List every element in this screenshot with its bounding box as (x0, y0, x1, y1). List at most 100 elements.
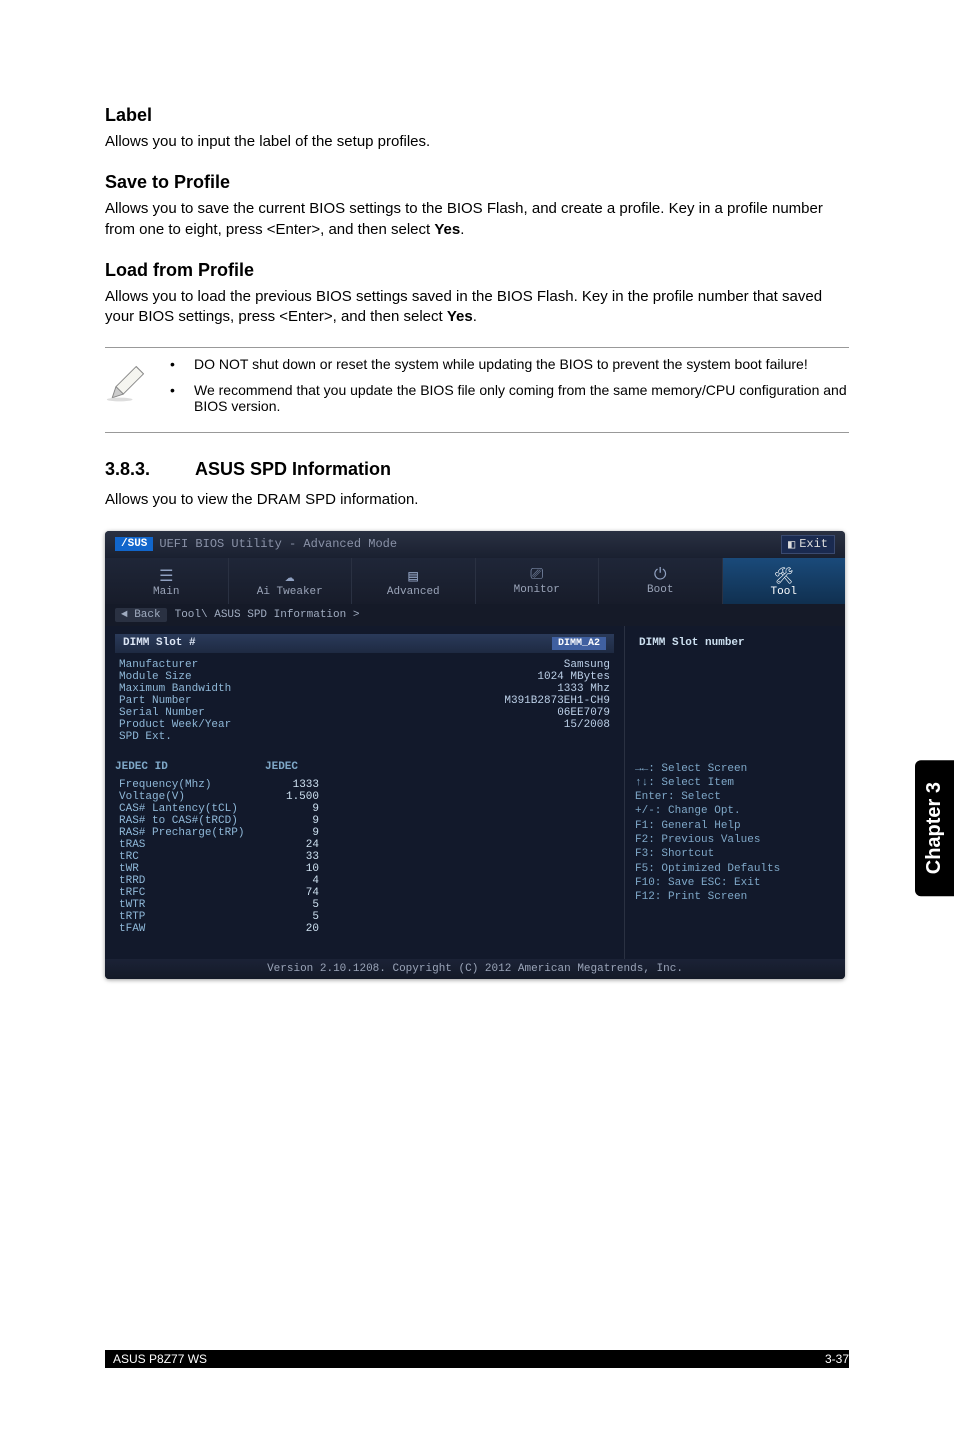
jedec-val: 74 (269, 887, 319, 899)
jedec-label: CAS# Lantency(tCL) (119, 803, 269, 815)
monitor-icon: ⎚ (480, 566, 595, 584)
note-2-text: We recommend that you update the BIOS fi… (194, 382, 849, 414)
jedec-val: 4 (269, 875, 319, 887)
para-save-c: . (460, 221, 464, 238)
jedec-val: 9 (269, 815, 319, 827)
info-label: Module Size (119, 671, 269, 683)
section-number: 3.8.3. (105, 459, 195, 480)
para-save-yes: Yes (434, 221, 460, 238)
tab-advanced[interactable]: ▤Advanced (352, 558, 476, 604)
footer-product: ASUS P8Z77 WS (113, 1352, 207, 1366)
tab-ai-label: Ai Tweaker (257, 586, 323, 598)
help-line: F2: Previous Values (635, 833, 835, 847)
bios-footer: Version 2.10.1208. Copyright (C) 2012 Am… (105, 959, 845, 979)
jedec-val: 5 (269, 911, 319, 923)
pencil-note-icon (105, 356, 170, 424)
help-line: →←: Select Screen (635, 762, 835, 776)
slot-label: DIMM Slot # (123, 637, 196, 650)
jedec-label: RAS# to CAS#(tRCD) (119, 815, 269, 827)
info-val: M391B2873EH1-CH9 (269, 695, 610, 707)
help-line: ↑↓: Select Item (635, 776, 835, 790)
tab-boot-label: Boot (647, 584, 673, 596)
tab-adv-label: Advanced (387, 586, 440, 598)
jedec-label: tRFC (119, 887, 269, 899)
jedec-id: JEDEC ID (115, 761, 265, 773)
help-line: Enter: Select (635, 790, 835, 804)
info-val: 15/2008 (269, 719, 610, 731)
menu-icon: ☰ (109, 566, 224, 586)
para-load: Allows you to load the previous BIOS set… (105, 287, 849, 328)
jedec-label: tRC (119, 851, 269, 863)
jedec-val: 33 (269, 851, 319, 863)
tab-mon-label: Monitor (514, 584, 560, 596)
info-label: Part Number (119, 695, 269, 707)
info-val: 1333 Mhz (269, 683, 610, 695)
note-1-text: DO NOT shut down or reset the system whi… (194, 356, 808, 372)
exit-button[interactable]: ◧ Exit (781, 535, 835, 554)
jedec-val: 24 (269, 839, 319, 851)
jedec-val: 1.500 (269, 791, 319, 803)
breadcrumb-path: Tool\ ASUS SPD Information > (175, 609, 360, 621)
dimm-slot-header[interactable]: DIMM Slot # DIMM_A2 (115, 634, 614, 653)
exit-label: Exit (799, 537, 828, 551)
help-line: F12: Print Screen (635, 890, 835, 904)
info-label: SPD Ext. (119, 731, 269, 743)
para-label: Allows you to input the label of the set… (105, 132, 849, 152)
para-save: Allows you to save the current BIOS sett… (105, 199, 849, 240)
help-line: F1: General Help (635, 819, 835, 833)
heading-save: Save to Profile (105, 172, 849, 193)
jedec-val: 9 (269, 827, 319, 839)
slot-badge: DIMM_A2 (552, 637, 606, 650)
info-label: Serial Number (119, 707, 269, 719)
chip-icon: ▤ (356, 566, 471, 586)
tab-main[interactable]: ☰Main (105, 558, 229, 604)
cloud-icon: ☁ (233, 566, 348, 586)
jedec-label: Voltage(V) (119, 791, 269, 803)
bullet-icon: • (170, 382, 194, 414)
info-val (269, 731, 610, 743)
help-block: →←: Select Screen ↑↓: Select Item Enter:… (635, 762, 835, 905)
jedec-label: tRAS (119, 839, 269, 851)
section-desc: Allows you to view the DRAM SPD informat… (105, 490, 849, 510)
jedec-label: tRTP (119, 911, 269, 923)
bullet-icon: • (170, 356, 194, 372)
bios-title: UEFI BIOS Utility - Advanced Mode (159, 537, 397, 551)
para-load-yes: Yes (447, 308, 473, 325)
note-2: • We recommend that you update the BIOS … (170, 382, 849, 414)
tab-monitor[interactable]: ⎚Monitor (476, 558, 600, 604)
info-val: Samsung (269, 659, 610, 671)
bios-tabs: ☰Main ☁Ai Tweaker ▤Advanced ⎚Monitor ⏻Bo… (105, 558, 845, 604)
back-button[interactable]: ◄ Back (115, 608, 167, 622)
info-label: Product Week/Year (119, 719, 269, 731)
info-val: 1024 MBytes (269, 671, 610, 683)
tab-main-label: Main (153, 586, 179, 598)
tab-tool[interactable]: 🛠Tool (723, 558, 846, 604)
tab-ai-tweaker[interactable]: ☁Ai Tweaker (229, 558, 353, 604)
note-box: • DO NOT shut down or reset the system w… (105, 347, 849, 433)
exit-icon: ◧ (788, 537, 795, 552)
info-label: Manufacturer (119, 659, 269, 671)
jedec-val: 20 (269, 923, 319, 935)
jedec-label: tFAW (119, 923, 269, 935)
bios-screenshot: /SUS UEFI BIOS Utility - Advanced Mode ◧… (105, 531, 845, 979)
heading-load: Load from Profile (105, 260, 849, 281)
chapter-tab: Chapter 3 (915, 760, 954, 896)
jedec-col: JEDEC (265, 761, 298, 773)
power-icon: ⏻ (603, 566, 718, 584)
right-header: DIMM Slot number (635, 634, 835, 652)
tab-tool-label: Tool (771, 586, 797, 598)
help-line: +/-: Change Opt. (635, 804, 835, 818)
jedec-val: 10 (269, 863, 319, 875)
jedec-label: Frequency(Mhz) (119, 779, 269, 791)
info-val: 06EE7079 (269, 707, 610, 719)
para-load-c: . (473, 308, 477, 325)
jedec-val: 9 (269, 803, 319, 815)
help-line: F10: Save ESC: Exit (635, 876, 835, 890)
heading-label: Label (105, 105, 849, 126)
help-line: F5: Optimized Defaults (635, 862, 835, 876)
jedec-label: tWR (119, 863, 269, 875)
page-footer-bar: ASUS P8Z77 WS (105, 1350, 849, 1368)
asus-logo: /SUS (115, 537, 153, 551)
tab-boot[interactable]: ⏻Boot (599, 558, 723, 604)
jedec-label: tRRD (119, 875, 269, 887)
